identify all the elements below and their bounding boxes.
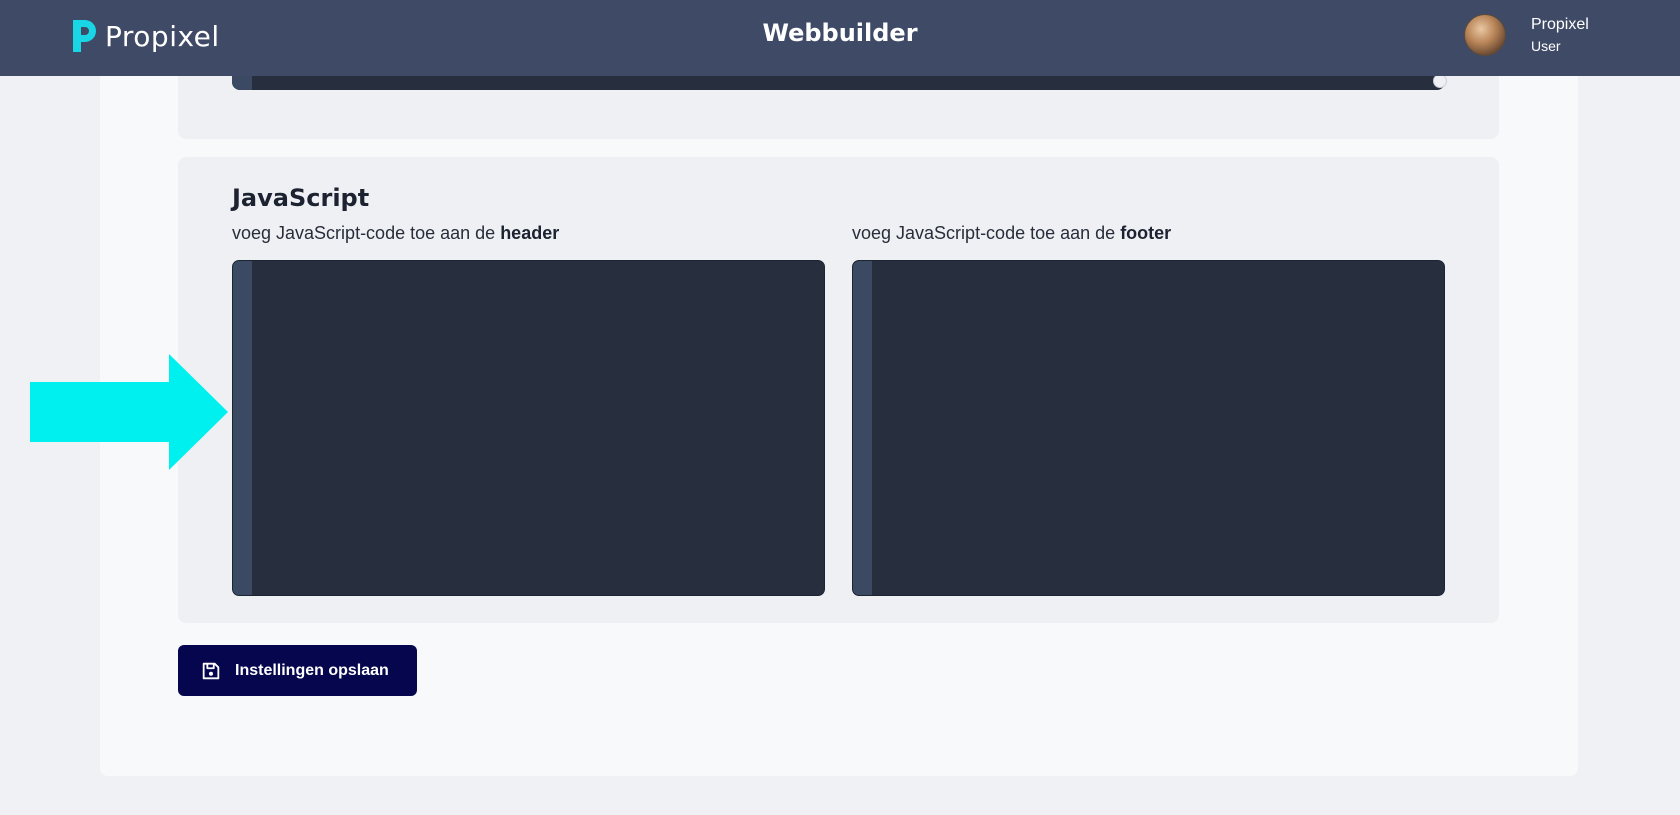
- arrow-right-icon: [30, 354, 228, 470]
- editor-gutter: [233, 261, 252, 595]
- header-js-label-text: voeg JavaScript-code toe aan de: [232, 223, 496, 243]
- editor-gutter: [853, 261, 872, 595]
- footer-js-label-text: voeg JavaScript-code toe aan de: [852, 223, 1116, 243]
- user-role: User: [1531, 38, 1561, 54]
- header-js-label: voeg JavaScript-code toe aan de header: [232, 223, 559, 244]
- save-settings-button[interactable]: Instellingen opslaan: [178, 645, 417, 696]
- user-info: Propixel User: [1531, 14, 1589, 56]
- header-js-label-emphasis: header: [500, 223, 560, 243]
- section-title: JavaScript: [232, 184, 370, 212]
- user-name: Propixel: [1531, 16, 1589, 33]
- resize-handle[interactable]: [1433, 74, 1447, 88]
- app-title: Webbuilder: [762, 19, 918, 47]
- top-bar: Propixel Webbuilder Propixel User: [0, 0, 1680, 76]
- save-button-label: Instellingen opslaan: [235, 661, 389, 679]
- footer-js-label-emphasis: footer: [1120, 223, 1172, 243]
- header-js-editor[interactable]: [232, 260, 825, 596]
- avatar[interactable]: [1464, 14, 1506, 56]
- footer-js-label: voeg JavaScript-code toe aan de footer: [852, 223, 1171, 244]
- save-icon: [202, 662, 220, 679]
- footer-js-editor[interactable]: [852, 260, 1445, 596]
- user-menu[interactable]: Propixel User: [1464, 14, 1589, 56]
